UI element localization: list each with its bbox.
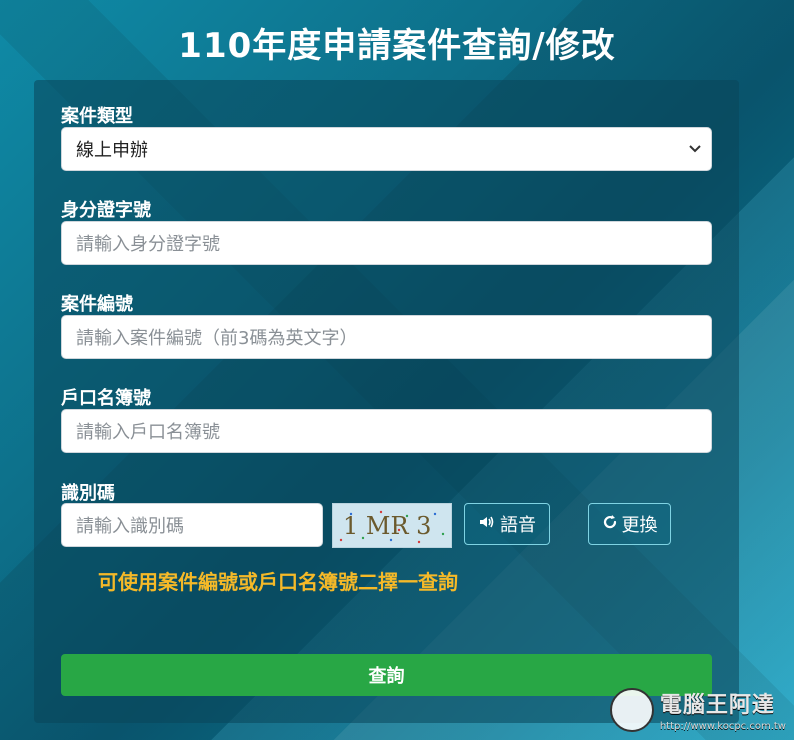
captcha-refresh-button[interactable]: 更換 — [588, 503, 671, 545]
chevron-down-icon — [689, 142, 701, 156]
watermark-url: http://www.kocpc.com.tw — [659, 721, 786, 732]
case-type-selected: 線上申辦 — [76, 140, 148, 161]
page-title: 110年度申請案件查詢/修改 — [178, 26, 616, 66]
household-number-placeholder: 請輸入戶口名簿號 — [76, 422, 220, 443]
id-number-input[interactable]: 請輸入身分證字號 — [61, 221, 712, 265]
captcha-image: 1 MR 3 — [332, 503, 452, 548]
captcha-input[interactable]: 請輸入識別碼 — [61, 503, 323, 547]
case-type-label: 案件類型 — [61, 106, 133, 127]
id-number-placeholder: 請輸入身分證字號 — [76, 234, 220, 255]
refresh-icon — [602, 514, 618, 535]
speaker-icon — [478, 514, 496, 535]
case-number-input[interactable]: 請輸入案件編號（前3碼為英文字） — [61, 315, 712, 359]
captcha-voice-label: 語音 — [500, 515, 536, 536]
watermark-text: 電腦王阿達 — [659, 693, 775, 718]
query-hint: 可使用案件編號或戶口名簿號二擇一查詢 — [98, 570, 458, 594]
id-number-label: 身分證字號 — [61, 200, 151, 221]
case-number-placeholder: 請輸入案件編號（前3碼為英文字） — [76, 328, 358, 349]
household-number-label: 戶口名簿號 — [61, 388, 151, 409]
captcha-label: 識別碼 — [61, 483, 115, 504]
case-number-label: 案件編號 — [61, 294, 133, 315]
query-submit-label: 查詢 — [368, 666, 405, 687]
captcha-refresh-label: 更換 — [621, 515, 658, 536]
captcha-text: 1 MR 3 — [343, 512, 431, 540]
captcha-voice-button[interactable]: 語音 — [464, 503, 550, 545]
site-watermark: 電腦王阿達 http://www.kocpc.com.tw — [609, 687, 786, 732]
captcha-placeholder: 請輸入識別碼 — [76, 516, 184, 537]
household-number-input[interactable]: 請輸入戶口名簿號 — [61, 409, 712, 453]
case-type-select[interactable]: 線上申辦 — [61, 127, 712, 171]
mascot-icon — [609, 688, 654, 732]
